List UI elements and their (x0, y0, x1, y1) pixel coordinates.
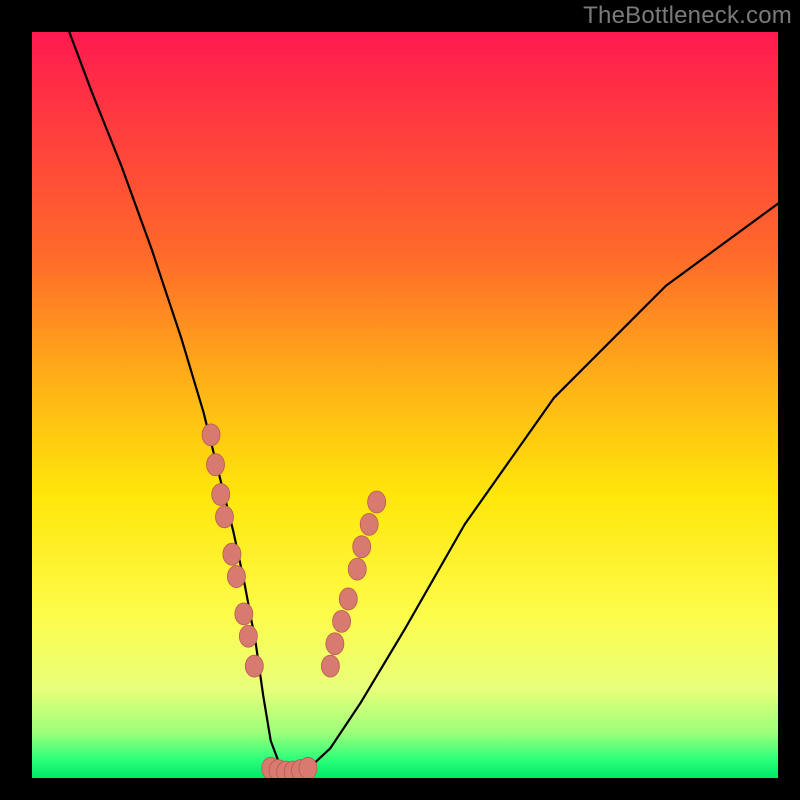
data-marker (212, 484, 230, 506)
data-marker (353, 536, 371, 558)
chart-frame: TheBottleneck.com (0, 0, 800, 800)
data-marker (207, 454, 225, 476)
data-marker (299, 757, 317, 778)
watermark-text: TheBottleneck.com (583, 2, 792, 30)
data-marker (321, 655, 339, 677)
data-marker (202, 424, 220, 446)
chart-svg (32, 32, 778, 778)
gradient-background (32, 32, 778, 778)
data-marker (215, 506, 233, 528)
data-marker (348, 558, 366, 580)
data-marker (245, 655, 263, 677)
data-marker (239, 625, 257, 647)
data-marker (339, 588, 357, 610)
plot-area (32, 32, 778, 778)
data-marker (333, 610, 351, 632)
data-marker (227, 566, 245, 588)
data-marker (368, 491, 386, 513)
data-marker (235, 603, 253, 625)
data-marker (326, 633, 344, 655)
data-marker (223, 543, 241, 565)
data-marker (360, 513, 378, 535)
